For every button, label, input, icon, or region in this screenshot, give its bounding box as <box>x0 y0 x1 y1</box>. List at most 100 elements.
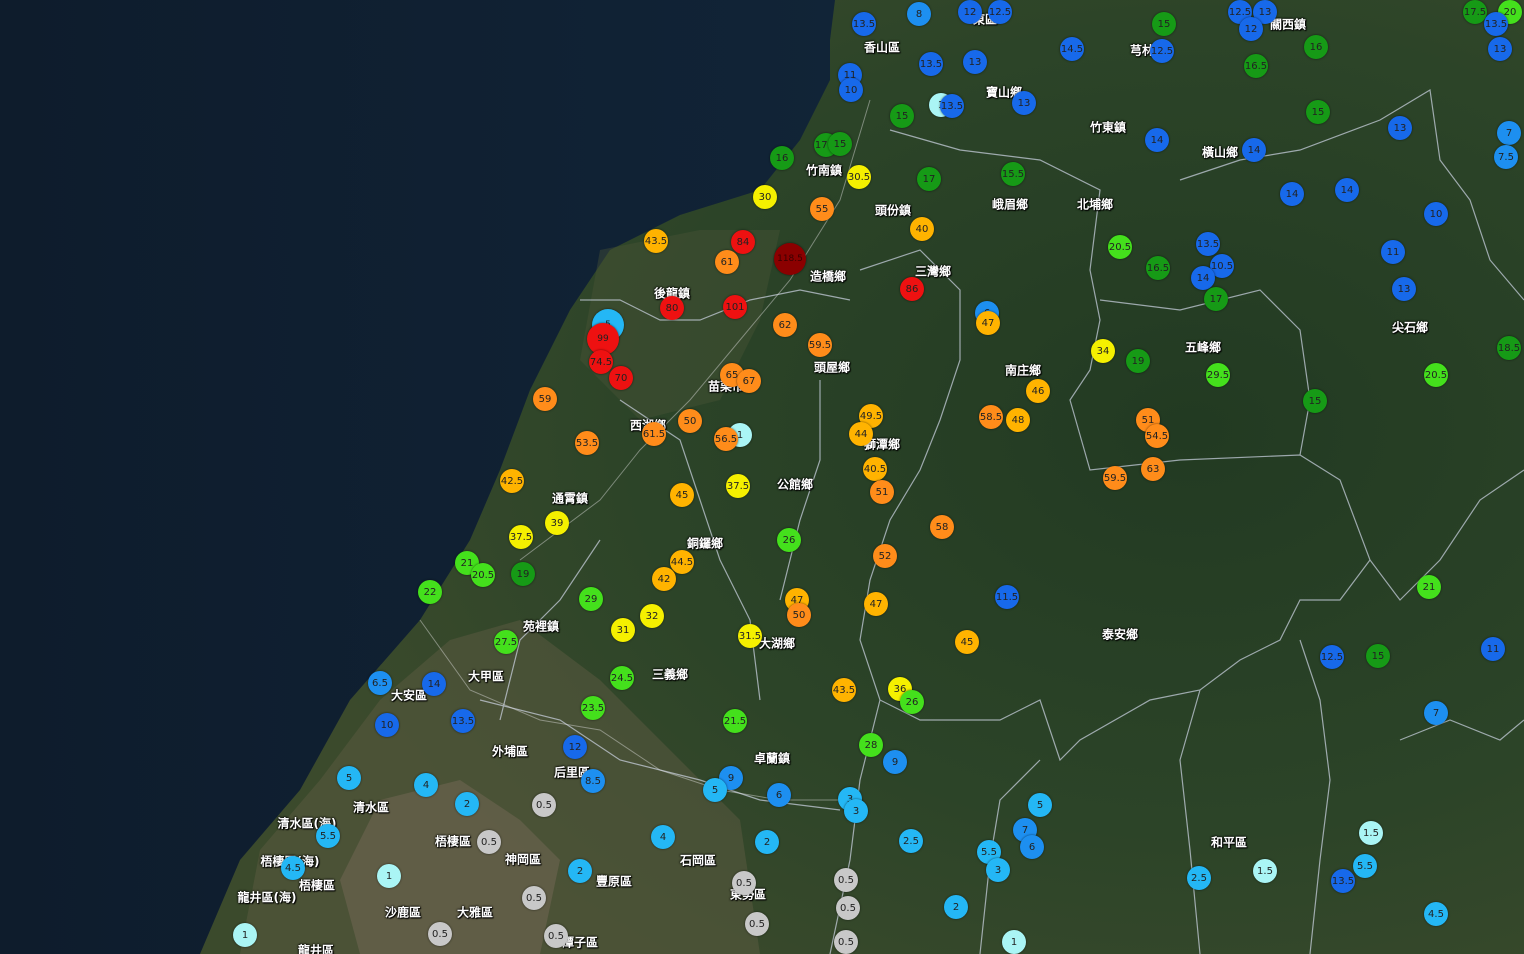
rainfall-marker[interactable]: 70 <box>609 366 633 390</box>
rainfall-marker[interactable]: 23.5 <box>581 696 605 720</box>
rainfall-marker[interactable]: 19 <box>511 562 535 586</box>
rainfall-marker[interactable]: 14 <box>1242 138 1266 162</box>
rainfall-marker[interactable]: 0.5 <box>522 886 546 910</box>
rainfall-marker[interactable]: 80 <box>660 296 684 320</box>
rainfall-marker[interactable]: 12 <box>958 0 982 24</box>
rainfall-marker[interactable]: 19 <box>1126 349 1150 373</box>
rainfall-marker[interactable]: 7 <box>1424 701 1448 725</box>
rainfall-marker[interactable]: 16.5 <box>1146 256 1170 280</box>
rainfall-marker[interactable]: 12.5 <box>988 0 1012 24</box>
rainfall-marker[interactable]: 28 <box>859 733 883 757</box>
rainfall-marker[interactable]: 74.5 <box>589 350 613 374</box>
rainfall-marker[interactable]: 24.5 <box>610 666 634 690</box>
rainfall-marker[interactable]: 31.5 <box>738 624 762 648</box>
rainfall-marker[interactable]: 2.5 <box>899 829 923 853</box>
rainfall-marker[interactable]: 59 <box>533 387 557 411</box>
rainfall-marker[interactable]: 1 <box>1002 930 1026 954</box>
rainfall-marker[interactable]: 84 <box>731 230 755 254</box>
rainfall-marker[interactable]: 16 <box>1304 35 1328 59</box>
rainfall-marker[interactable]: 45 <box>670 483 694 507</box>
rainfall-marker[interactable]: 16.5 <box>1244 54 1268 78</box>
rainfall-marker[interactable]: 2 <box>755 830 779 854</box>
rainfall-marker[interactable]: 16 <box>770 146 794 170</box>
rainfall-marker[interactable]: 14 <box>1280 182 1304 206</box>
rainfall-marker[interactable]: 14 <box>1145 128 1169 152</box>
rainfall-marker[interactable]: 51 <box>870 480 894 504</box>
rainfall-marker[interactable]: 48 <box>1006 408 1030 432</box>
rainfall-marker[interactable]: 3 <box>986 858 1010 882</box>
rainfall-marker[interactable]: 15 <box>1303 389 1327 413</box>
rainfall-marker[interactable]: 26 <box>900 690 924 714</box>
rainfall-marker[interactable]: 5 <box>337 766 361 790</box>
rainfall-marker[interactable]: 37.5 <box>726 474 750 498</box>
rainfall-marker[interactable]: 32 <box>640 604 664 628</box>
rainfall-marker[interactable]: 63 <box>1141 457 1165 481</box>
rainfall-marker[interactable]: 7.5 <box>1494 145 1518 169</box>
rainfall-marker[interactable]: 13 <box>1012 91 1036 115</box>
rainfall-marker[interactable]: 39 <box>545 511 569 535</box>
rainfall-marker[interactable]: 13 <box>1388 116 1412 140</box>
rainfall-marker[interactable]: 7 <box>1497 121 1521 145</box>
rainfall-marker[interactable]: 14 <box>1335 178 1359 202</box>
rainfall-marker[interactable]: 20.5 <box>1108 235 1132 259</box>
rainfall-marker[interactable]: 101 <box>723 295 747 319</box>
rainfall-marker[interactable]: 2 <box>455 792 479 816</box>
rainfall-marker[interactable]: 1 <box>233 923 257 947</box>
rainfall-marker[interactable]: 11.5 <box>995 585 1019 609</box>
rainfall-marker[interactable]: 59.5 <box>1103 466 1127 490</box>
rainfall-marker[interactable]: 20.5 <box>471 563 495 587</box>
rainfall-marker[interactable]: 34 <box>1091 339 1115 363</box>
rainfall-marker[interactable]: 0.5 <box>477 830 501 854</box>
rainfall-marker[interactable]: 13 <box>963 50 987 74</box>
rainfall-marker[interactable]: 13.5 <box>940 94 964 118</box>
rainfall-marker[interactable]: 45 <box>955 630 979 654</box>
rainfall-marker[interactable]: 50 <box>678 409 702 433</box>
rainfall-marker[interactable]: 1.5 <box>1253 859 1277 883</box>
rainfall-marker[interactable]: 6 <box>767 783 791 807</box>
rainfall-marker[interactable]: 43.5 <box>644 229 668 253</box>
rainfall-marker[interactable]: 47 <box>864 592 888 616</box>
rainfall-marker[interactable]: 42 <box>652 567 676 591</box>
rainfall-marker[interactable]: 53.5 <box>575 431 599 455</box>
rainfall-marker[interactable]: 0.5 <box>532 793 556 817</box>
rainfall-marker[interactable]: 4.5 <box>1424 902 1448 926</box>
rainfall-marker[interactable]: 6.5 <box>368 671 392 695</box>
rainfall-marker[interactable]: 40.5 <box>863 457 887 481</box>
rainfall-marker[interactable]: 37.5 <box>509 525 533 549</box>
rainfall-marker[interactable]: 50 <box>787 603 811 627</box>
rainfall-marker[interactable]: 15 <box>1306 100 1330 124</box>
rainfall-marker[interactable]: 10 <box>1424 202 1448 226</box>
rainfall-marker[interactable]: 30.5 <box>847 165 871 189</box>
rainfall-marker[interactable]: 13.5 <box>1484 12 1508 36</box>
rainfall-marker[interactable]: 5.5 <box>316 824 340 848</box>
rainfall-marker[interactable]: 0.5 <box>836 896 860 920</box>
rainfall-marker[interactable]: 8 <box>907 2 931 26</box>
rainfall-marker[interactable]: 10 <box>839 78 863 102</box>
rainfall-marker[interactable]: 29.5 <box>1206 363 1230 387</box>
rainfall-marker[interactable]: 31 <box>611 618 635 642</box>
rainfall-marker[interactable]: 9 <box>883 750 907 774</box>
rainfall-marker[interactable]: 3 <box>844 799 868 823</box>
rainfall-marker[interactable]: 21 <box>1417 575 1441 599</box>
rainfall-marker[interactable]: 14 <box>1191 266 1215 290</box>
rainfall-marker[interactable]: 14 <box>422 672 446 696</box>
rainfall-marker[interactable]: 61.5 <box>642 422 666 446</box>
rainfall-marker[interactable]: 13.5 <box>852 12 876 36</box>
rainfall-marker[interactable]: 22 <box>418 580 442 604</box>
rainfall-marker[interactable]: 12.5 <box>1150 39 1174 63</box>
rainfall-marker[interactable]: 13 <box>1392 277 1416 301</box>
rainfall-marker[interactable]: 5.5 <box>1353 854 1377 878</box>
rainfall-marker[interactable]: 1 <box>377 864 401 888</box>
rainfall-marker[interactable]: 11 <box>1381 240 1405 264</box>
rainfall-marker[interactable]: 47 <box>976 311 1000 335</box>
rainfall-marker[interactable]: 13 <box>1488 37 1512 61</box>
rainfall-marker[interactable]: 44 <box>849 422 873 446</box>
rainfall-marker[interactable]: 13.5 <box>451 709 475 733</box>
rainfall-marker[interactable]: 55 <box>810 197 834 221</box>
rainfall-marker[interactable]: 12 <box>1239 17 1263 41</box>
rainfall-marker[interactable]: 17 <box>1204 287 1228 311</box>
rainfall-marker[interactable]: 2 <box>568 859 592 883</box>
rainfall-marker[interactable]: 13.5 <box>919 52 943 76</box>
rainfall-marker[interactable]: 27.5 <box>494 630 518 654</box>
rainfall-marker[interactable]: 4 <box>414 773 438 797</box>
